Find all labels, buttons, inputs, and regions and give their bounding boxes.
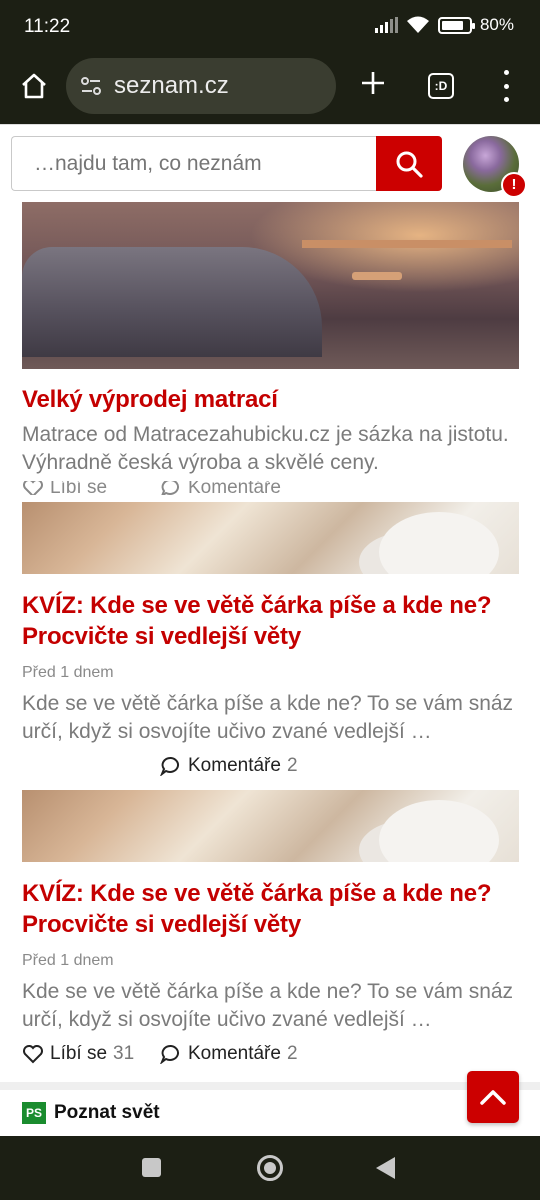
- wifi-icon: [406, 16, 429, 33]
- article-card[interactable]: Velký výprodej matrací Matrace od Matrac…: [22, 202, 519, 495]
- article-card[interactable]: KVÍZ: Kde se ve větě čárka píše a kde ne…: [22, 502, 519, 778]
- article-title[interactable]: Velký výprodej matrací: [22, 384, 519, 415]
- section-divider: [0, 1082, 540, 1090]
- back-icon[interactable]: [376, 1157, 395, 1179]
- article-title[interactable]: KVÍZ: Kde se ve větě čárka píše a kde ne…: [22, 878, 519, 940]
- news-feed: Velký výprodej matrací Matrace od Matrac…: [0, 202, 540, 1136]
- like-label: Líbí se: [50, 1043, 108, 1064]
- like-button[interactable]: Líbí se 31: [22, 1043, 160, 1065]
- comments-count: 2: [286, 755, 298, 776]
- battery-icon: [437, 16, 475, 34]
- alert-badge: !: [501, 172, 527, 198]
- chair-shape: [352, 272, 402, 280]
- comments-button[interactable]: Komentáře 2: [160, 1043, 298, 1065]
- comments-button[interactable]: Komentáře: [160, 481, 281, 495]
- section-title[interactable]: Poznat svět: [54, 1102, 160, 1124]
- heart-icon: [23, 481, 43, 495]
- search-input[interactable]: [11, 136, 377, 191]
- browser-toolbar: seznam.cz :D: [0, 52, 540, 124]
- home-nav-icon[interactable]: [257, 1155, 283, 1181]
- home-button[interactable]: [16, 68, 52, 104]
- article-actions: Komentáře 2: [22, 754, 519, 778]
- status-time: 11:22: [24, 16, 71, 37]
- article-title[interactable]: KVÍZ: Kde se ve větě čárka píše a kde ne…: [22, 590, 519, 652]
- article-image[interactable]: [22, 502, 519, 574]
- article-perex[interactable]: Kde se ve větě čárka píše a kde ne? To s…: [22, 978, 519, 1034]
- heart-icon: [23, 1045, 43, 1064]
- bed-shape: [22, 247, 322, 357]
- more-menu-icon[interactable]: [496, 70, 516, 102]
- status-icons: 80%: [374, 15, 514, 35]
- comments-label: Komentáře: [188, 481, 281, 495]
- recents-icon[interactable]: [142, 1158, 161, 1177]
- comments-button[interactable]: Komentáře 2: [160, 755, 298, 777]
- article-perex[interactable]: Kde se ve větě čárka píše a kde ne? To s…: [22, 690, 519, 746]
- search-icon: [396, 151, 423, 178]
- desk-shape: [302, 240, 512, 248]
- section-header[interactable]: PS Poznat svět: [22, 1102, 160, 1124]
- comments-label: Komentáře: [188, 1043, 281, 1064]
- cloth-shape: [379, 800, 499, 862]
- comment-icon: [161, 481, 179, 495]
- battery-percent: 80%: [479, 15, 514, 34]
- like-count: 31: [113, 1043, 135, 1064]
- new-tab-icon: [362, 72, 384, 94]
- comment-icon: [160, 1045, 179, 1064]
- status-bar: 11:22 80%: [0, 0, 540, 52]
- address-bar[interactable]: seznam.cz: [66, 58, 336, 114]
- site-settings-icon[interactable]: [80, 76, 102, 96]
- tab-switcher-icon[interactable]: :D: [428, 73, 454, 99]
- like-label: Líbí se: [50, 481, 108, 495]
- comments-label: Komentáře: [188, 755, 281, 776]
- like-button[interactable]: Líbí se: [22, 481, 160, 495]
- url-text[interactable]: seznam.cz: [114, 72, 229, 100]
- signal-icon: [374, 17, 398, 33]
- scroll-to-top-button[interactable]: [467, 1071, 519, 1123]
- article-image[interactable]: [22, 202, 519, 369]
- comments-count: 2: [286, 1043, 298, 1064]
- article-perex[interactable]: Matrace od Matracezahubicku.cz je sázka …: [22, 421, 519, 477]
- search-button[interactable]: [376, 136, 442, 191]
- article-image[interactable]: [22, 790, 519, 862]
- article-card[interactable]: KVÍZ: Kde se ve větě čárka píše a kde ne…: [22, 790, 519, 1066]
- site-header: [0, 124, 540, 202]
- article-actions: Líbí se 31 Komentáře 2: [22, 1042, 519, 1066]
- battery-level-fill: [441, 20, 463, 30]
- home-icon: [22, 73, 46, 99]
- article-date: Před 1 dnem: [22, 952, 114, 969]
- article-date: Před 1 dnem: [22, 664, 114, 681]
- cloth-shape: [379, 512, 499, 574]
- system-nav-bar: [0, 1136, 540, 1200]
- chevron-up-icon: [480, 1090, 506, 1105]
- comment-icon: [160, 757, 179, 776]
- new-tab-button[interactable]: [356, 68, 390, 102]
- section-logo: PS: [22, 1102, 46, 1124]
- article-actions: Líbí se Komentáře: [22, 481, 519, 495]
